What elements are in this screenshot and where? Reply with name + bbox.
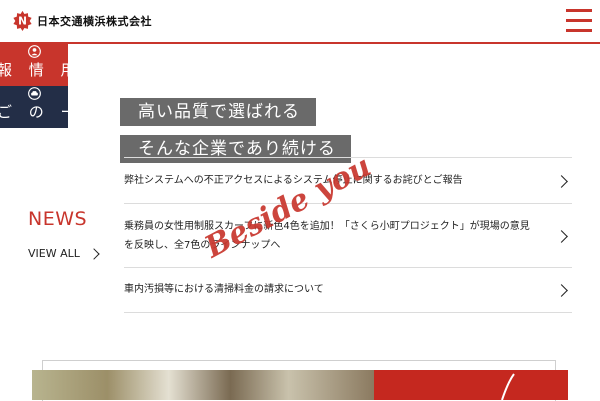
site-header: N 日本交通横浜株式会社 [0,0,600,42]
catch-copy-line-1: 高い品質で選ばれる [120,98,316,126]
banner-red-panel [374,370,568,400]
view-all-link[interactable]: VIEW ALL [28,247,100,260]
beside-you-script: Beside you [198,149,376,266]
hire-booking-label: ご の ー ヤ [0,103,68,121]
svg-text:N: N [18,15,27,27]
banner-photo [32,370,374,400]
hire-booking-tab[interactable]: ご の ー ヤ [0,86,68,128]
company-name: 日本交通横浜株式会社 [37,14,152,28]
logo-mark-icon: N [13,10,32,31]
chevron-right-icon [88,247,100,260]
news-heading: NEWS [28,208,88,230]
person-icon [28,45,41,58]
banner-script-stroke [501,373,515,400]
car-icon [28,87,41,100]
hamburger-menu-icon[interactable] [566,9,592,33]
view-all-label: VIEW ALL [28,247,80,260]
news-item-text: 車内汚損等における清掃料金の請求について [124,284,324,295]
company-logo[interactable]: N 日本交通横浜株式会社 [12,10,152,31]
recruit-info-label: 報 情 用 採 [0,61,68,79]
recruit-info-tab[interactable]: 報 情 用 採 [0,44,68,86]
news-item[interactable]: 車内汚損等における清掃料金の請求について [124,267,572,313]
header-divider [0,42,600,44]
feature-banner[interactable] [32,370,568,400]
